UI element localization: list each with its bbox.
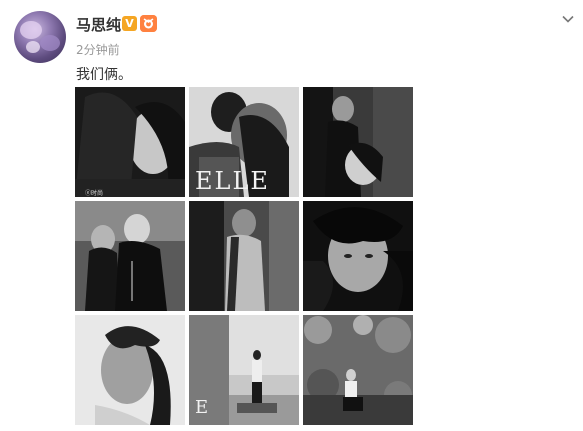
- photo-2[interactable]: ELLE: [189, 87, 299, 197]
- magazine-mark: ELLE: [195, 167, 270, 195]
- weibo-post-card: 马思纯 V 2分钟前 我们俩。 ⓔ时尚 ELLE E: [0, 0, 583, 431]
- author-name[interactable]: 马思纯: [76, 14, 121, 35]
- magazine-mark: E: [195, 397, 209, 418]
- post-text: 我们俩。: [76, 67, 132, 83]
- photo-7[interactable]: [75, 315, 185, 425]
- photo-3[interactable]: [303, 87, 413, 197]
- photo-6[interactable]: [303, 201, 413, 311]
- photo-8[interactable]: E: [189, 315, 299, 425]
- chevron-down-icon[interactable]: [562, 10, 574, 23]
- level-badge-icon: [140, 15, 157, 32]
- photo-9[interactable]: [303, 315, 413, 425]
- photo-grid: ⓔ时尚 ELLE E: [75, 87, 414, 426]
- photo-4[interactable]: [75, 201, 185, 311]
- avatar[interactable]: [14, 11, 66, 63]
- post-timestamp[interactable]: 2分钟前: [76, 41, 120, 58]
- photo-1[interactable]: ⓔ时尚: [75, 87, 185, 197]
- photo-5[interactable]: [189, 201, 299, 311]
- verified-v-icon: V: [122, 16, 137, 31]
- watermark: ⓔ时尚: [85, 190, 104, 197]
